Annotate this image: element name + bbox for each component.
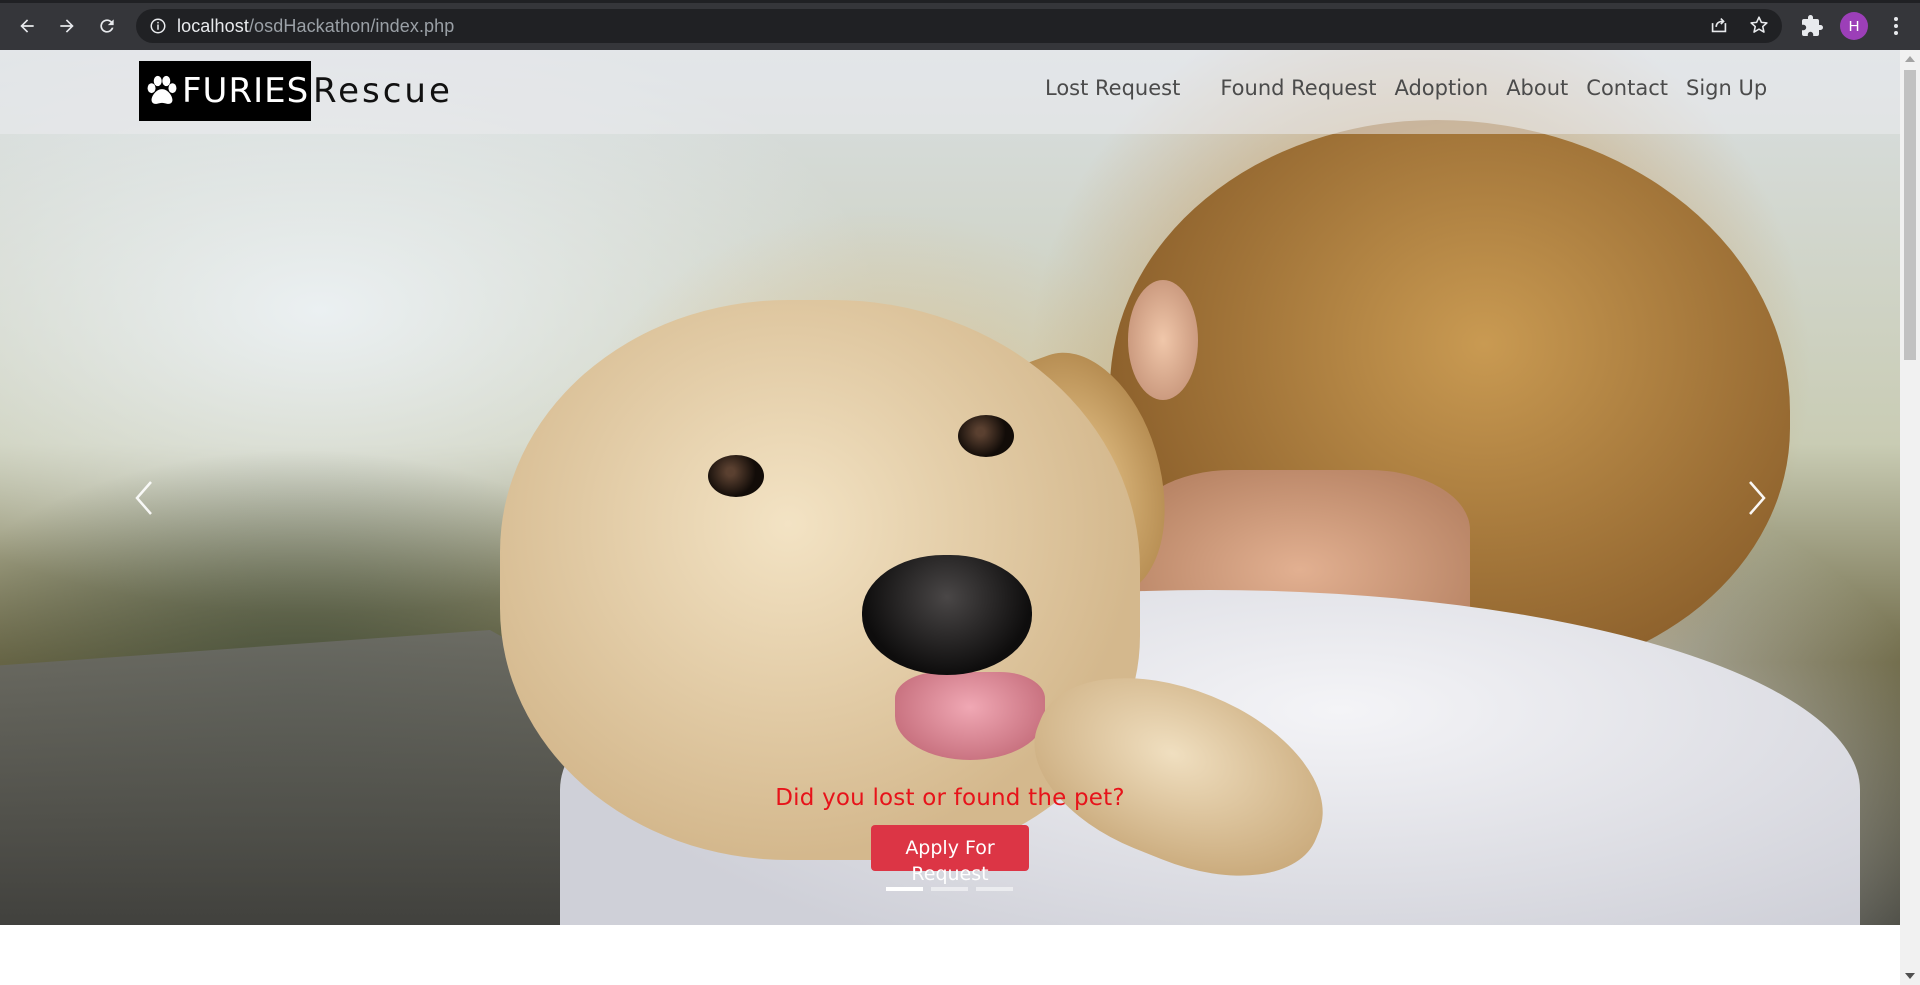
brand-primary-text: FURIES xyxy=(182,71,310,111)
back-button[interactable] xyxy=(11,10,43,42)
chevron-right-icon xyxy=(1749,481,1766,515)
chevron-left-icon xyxy=(135,481,152,515)
nav-found-request[interactable]: Found Request xyxy=(1220,76,1376,100)
scroll-up-arrow-icon[interactable] xyxy=(1905,56,1915,62)
carousel-prev-button[interactable] xyxy=(123,468,163,528)
carousel-next-button[interactable] xyxy=(1738,468,1778,528)
url-host: localhost xyxy=(177,15,249,36)
page-viewport: Did you lost or found the pet? Apply For… xyxy=(0,50,1900,985)
hero-carousel: Did you lost or found the pet? Apply For… xyxy=(0,50,1900,925)
hero-dog-nose xyxy=(862,555,1032,675)
site-logo[interactable]: FURIES Rescue xyxy=(139,61,453,121)
address-bar[interactable]: localhost/osdHackathon/index.php xyxy=(136,9,1782,43)
share-button[interactable] xyxy=(1708,14,1732,38)
carousel-indicator-3[interactable] xyxy=(976,887,1013,891)
url-path: /osdHackathon/index.php xyxy=(248,15,455,36)
menu-kebab-icon xyxy=(1894,17,1898,35)
bookmark-button[interactable] xyxy=(1748,14,1772,38)
page-scrollbar[interactable] xyxy=(1900,50,1920,985)
page-content-below-hero xyxy=(0,925,1900,985)
hero-dog-tongue xyxy=(895,672,1045,760)
tab-strip xyxy=(0,0,1920,3)
apply-for-request-button[interactable]: Apply For Request xyxy=(871,825,1029,885)
carousel-indicator-1[interactable] xyxy=(886,887,923,891)
forward-icon xyxy=(60,19,74,33)
reload-icon xyxy=(100,19,114,33)
nav-about[interactable]: About xyxy=(1506,76,1568,100)
brand-secondary-text: Rescue xyxy=(313,71,453,111)
main-nav: Lost Request Found Request Adoption Abou… xyxy=(1045,76,1785,100)
bookmark-star-icon xyxy=(1750,16,1768,33)
share-icon xyxy=(1711,17,1727,33)
hero-dog-eye-right xyxy=(958,415,1014,457)
scrollbar-thumb[interactable] xyxy=(1904,70,1916,360)
nav-adoption[interactable]: Adoption xyxy=(1394,76,1488,100)
extensions-button[interactable] xyxy=(1800,14,1824,38)
carousel-indicators xyxy=(886,887,1013,891)
browser-menu-button[interactable] xyxy=(1884,14,1908,38)
info-icon[interactable] xyxy=(149,17,167,35)
url-text[interactable]: localhost/osdHackathon/index.php xyxy=(177,16,454,37)
hero-dog-eye-left xyxy=(708,455,764,497)
carousel-indicator-2[interactable] xyxy=(931,887,968,891)
hero-caption: Did you lost or found the pet? Apply For… xyxy=(0,785,1900,885)
reload-button[interactable] xyxy=(91,10,123,42)
nav-lost-request[interactable]: Lost Request xyxy=(1045,76,1180,100)
profile-avatar[interactable]: H xyxy=(1840,12,1868,40)
back-icon xyxy=(20,19,34,33)
brand-badge: FURIES xyxy=(139,61,311,121)
forward-button[interactable] xyxy=(51,10,83,42)
hero-person-ear xyxy=(1128,280,1198,400)
nav-contact[interactable]: Contact xyxy=(1586,76,1668,100)
hero-caption-title: Did you lost or found the pet? xyxy=(775,785,1125,811)
browser-toolbar: localhost/osdHackathon/index.php H xyxy=(0,0,1920,50)
nav-sign-up[interactable]: Sign Up xyxy=(1686,76,1767,100)
paw-icon xyxy=(147,75,177,104)
extensions-puzzle-icon xyxy=(1802,15,1823,36)
scroll-down-arrow-icon[interactable] xyxy=(1905,973,1915,979)
site-navbar: FURIES Rescue Lost Request Found Request… xyxy=(0,50,1900,134)
